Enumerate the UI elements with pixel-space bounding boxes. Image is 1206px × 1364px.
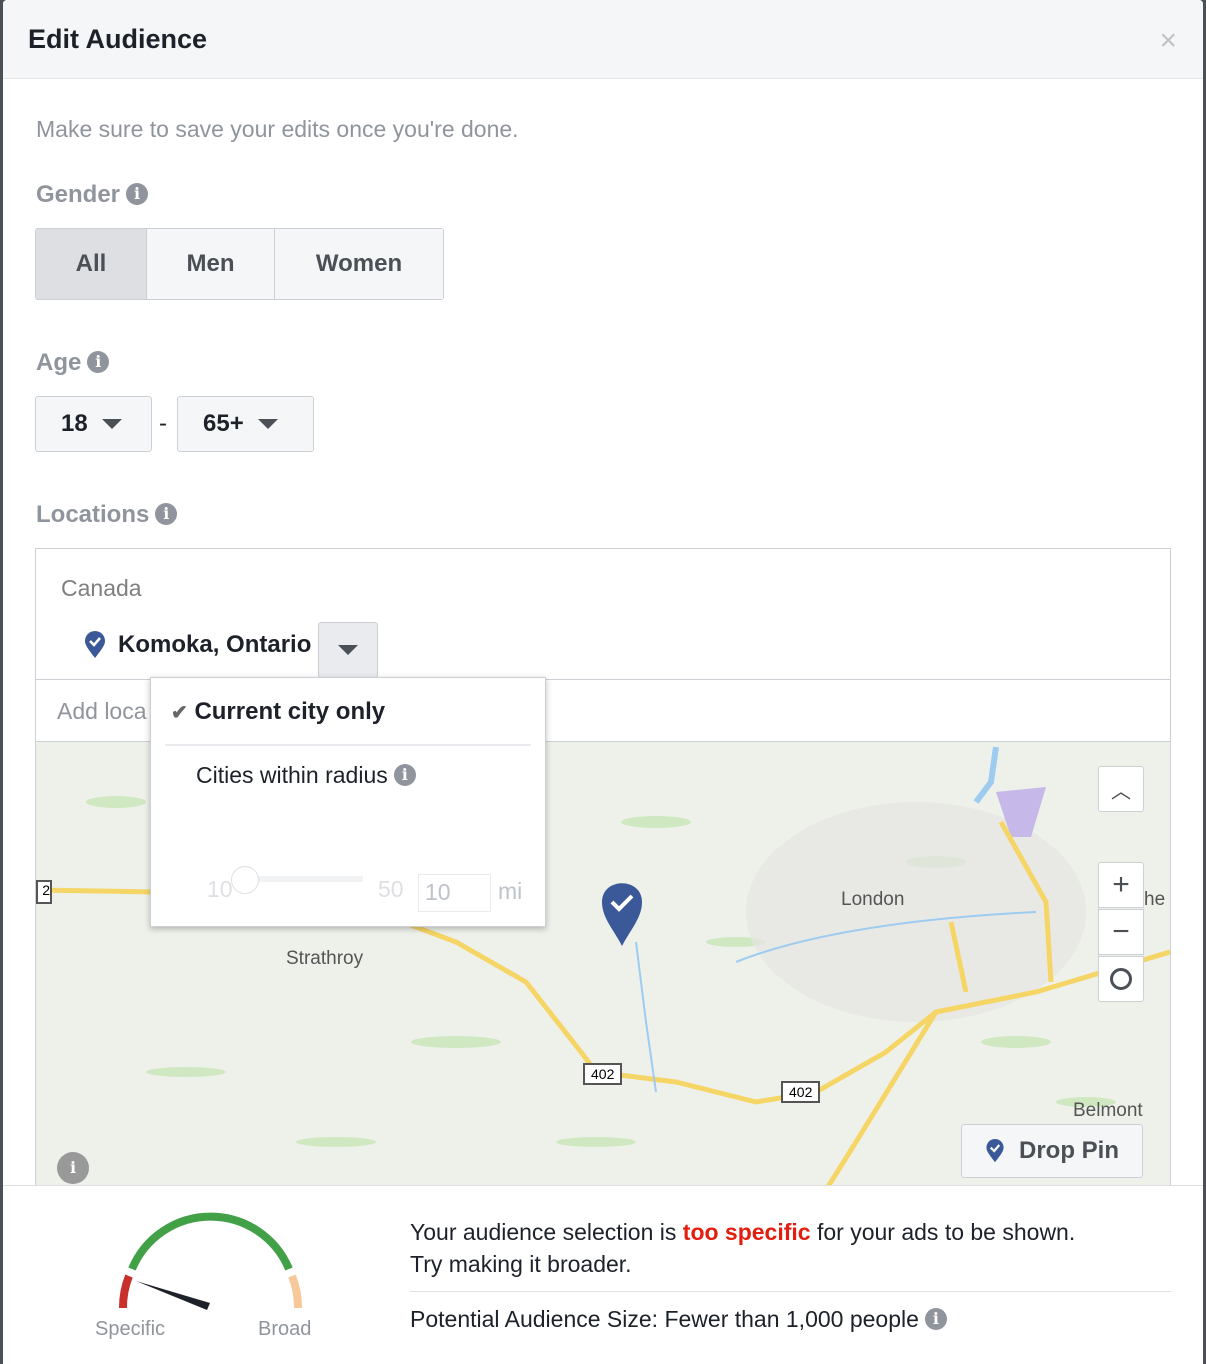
map-collapse-button[interactable]: ︿	[1098, 766, 1144, 812]
map-label-belmont: Belmont	[1073, 1100, 1143, 1121]
modal-header: Edit Audience ×	[3, 0, 1203, 79]
info-icon[interactable]: i	[87, 351, 110, 373]
location-name: Komoka, Ontario	[118, 631, 312, 658]
zoom-in-button[interactable]: +	[1098, 862, 1144, 908]
radius-input[interactable]: 10	[418, 874, 491, 912]
locations-label-text: Locations	[36, 501, 150, 528]
option-cities-radius[interactable]: Cities within radius i	[196, 762, 416, 789]
age-separator: -	[159, 410, 167, 437]
audience-message: Your audience selection is too specific …	[410, 1216, 1075, 1280]
highway-shield: 2	[36, 880, 52, 904]
slider-handle[interactable]	[231, 866, 259, 894]
gauge-needle	[136, 1281, 210, 1310]
locate-icon	[1110, 968, 1132, 990]
gauge-good-segment	[128, 1212, 293, 1271]
location-item: Komoka, Ontario	[84, 631, 311, 659]
check-icon: ✔	[171, 702, 188, 724]
map-label-edge: he	[1144, 889, 1166, 910]
save-note: Make sure to save your edits once you're…	[36, 116, 519, 142]
age-min-select[interactable]: 18	[35, 396, 152, 452]
caret-down-icon	[257, 419, 278, 429]
gender-men-button[interactable]: Men	[147, 229, 275, 299]
drop-pin-button[interactable]: Drop Pin	[961, 1124, 1143, 1178]
message-text: Your audience selection is	[410, 1219, 683, 1245]
audience-gauge	[118, 1212, 303, 1310]
message-emphasis: too specific	[682, 1219, 811, 1245]
close-icon[interactable]: ×	[1159, 26, 1177, 56]
chevron-up-icon: ︿	[1111, 780, 1131, 803]
radius-unit: mi	[498, 878, 523, 904]
highway-shield-402: 402	[781, 1081, 821, 1103]
highway-shield-402: 402	[583, 1063, 623, 1085]
age-label: Age i	[36, 349, 110, 377]
modal-title: Edit Audience	[28, 24, 208, 54]
add-location-placeholder: Add locations	[57, 698, 147, 724]
slider-max: 50	[378, 876, 404, 902]
option-current-city[interactable]: ✔ Current city only	[171, 698, 385, 726]
map-info-icon[interactable]: i	[57, 1152, 89, 1184]
gauge-specific-segment	[118, 1274, 133, 1309]
audience-size: Potential Audience Size: Fewer than 1,00…	[410, 1306, 947, 1333]
gender-label-text: Gender	[36, 181, 121, 208]
message-text: for your ads to be shown.	[810, 1219, 1076, 1245]
country-label: Canada	[61, 575, 142, 601]
divider	[165, 744, 531, 746]
gauge-broad-label: Broad	[258, 1318, 312, 1340]
locate-button[interactable]	[1098, 956, 1144, 1002]
drop-pin-label: Drop Pin	[1019, 1137, 1119, 1164]
caret-down-icon	[338, 645, 358, 655]
divider	[410, 1291, 1171, 1292]
location-pin-icon	[85, 631, 105, 658]
audience-size-text: Potential Audience Size: Fewer than 1,00…	[410, 1306, 919, 1332]
message-suggestion: Try making it broader.	[410, 1251, 632, 1277]
caret-down-icon	[101, 419, 122, 429]
gauge-broad-segment	[288, 1274, 303, 1309]
gender-selector: All Men Women	[35, 228, 444, 300]
map-label-london: London	[841, 889, 905, 910]
location-options-button[interactable]	[318, 622, 378, 678]
age-max-value: 65+	[203, 410, 244, 437]
audience-footer: Specific Broad Your audience selection i…	[3, 1185, 1203, 1364]
location-type-dropdown: ✔ Current city only Cities within radius…	[150, 677, 546, 927]
gender-women-button[interactable]: Women	[275, 229, 443, 299]
info-icon[interactable]: i	[126, 183, 149, 205]
age-label-text: Age	[36, 349, 82, 376]
gender-all-button[interactable]: All	[36, 229, 147, 299]
gauge-specific-label: Specific	[95, 1318, 166, 1340]
gender-label: Gender i	[36, 181, 149, 209]
location-pin-icon	[986, 1139, 1004, 1163]
info-icon[interactable]: i	[393, 764, 416, 786]
radius-slider[interactable]	[241, 876, 363, 882]
option-cities-radius-label: Cities within radius	[196, 762, 388, 788]
edit-audience-modal: Edit Audience × Make sure to save your e…	[3, 0, 1203, 1364]
age-min-value: 18	[61, 410, 88, 437]
info-icon[interactable]: i	[155, 503, 178, 525]
map-label-strathroy: Strathroy	[286, 948, 364, 969]
age-max-select[interactable]: 65+	[177, 396, 314, 452]
zoom-out-button[interactable]: −	[1098, 909, 1144, 955]
locations-label: Locations i	[36, 501, 178, 529]
info-icon[interactable]: i	[924, 1308, 947, 1330]
option-current-city-label: Current city only	[194, 698, 386, 725]
map-pin-icon	[602, 883, 642, 946]
slider-min: 10	[207, 876, 233, 902]
